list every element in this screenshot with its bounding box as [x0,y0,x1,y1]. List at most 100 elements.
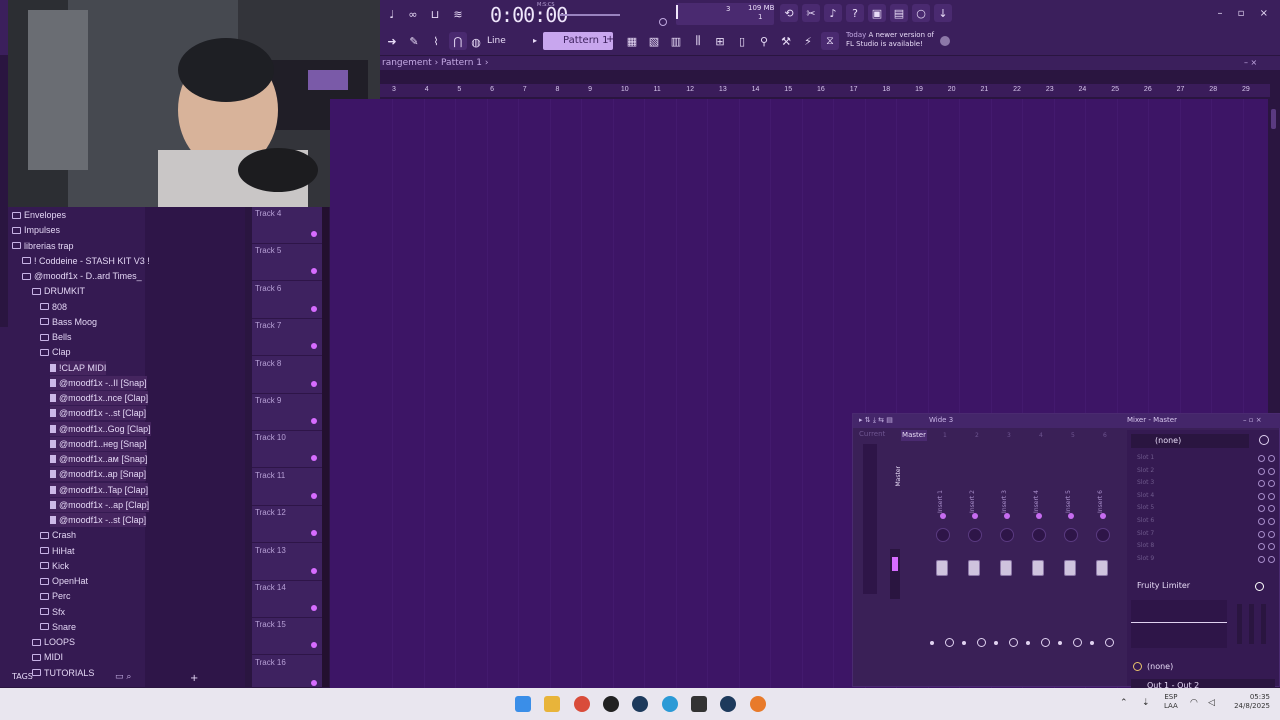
browser-search-icon[interactable]: ▭ ⌕ [115,672,131,682]
pan-knob-icon[interactable] [968,528,982,542]
browser-item[interactable]: Envelopes [12,208,66,222]
browser-item[interactable]: Clap [40,345,71,359]
strip-send-ring-icon[interactable] [945,638,954,647]
effect-slot[interactable]: Slot 7 [1137,530,1154,537]
browser-item[interactable]: ! Coddeine - STASH KIT V3 ! [22,254,150,268]
effect-slot[interactable]: Slot 2 [1137,467,1154,474]
track-mute-icon[interactable] [311,231,317,237]
edge-icon[interactable] [662,696,678,712]
slot-enable-icon[interactable] [1268,518,1275,525]
volume-fader[interactable] [1064,560,1076,576]
snap-magnet-icon[interactable]: ⋂ [449,32,467,50]
strip-small-dot[interactable] [1058,641,1062,645]
pan-knob-icon[interactable] [1000,528,1014,542]
track-header[interactable]: Track 11 [252,469,322,506]
file-icon[interactable]: ▯ [733,32,751,50]
current-tab[interactable]: Current [859,430,885,438]
loop-record-icon[interactable]: ⊔ [426,5,444,23]
master-volume-slider[interactable] [560,14,620,16]
add-track-icon[interactable]: + [190,673,198,684]
tray-chevron-icon[interactable]: ⌃ [1120,698,1128,708]
volume-fader[interactable] [936,560,948,576]
track-header[interactable]: Track 9 [252,394,322,431]
browser-item[interactable]: Perc [40,589,71,603]
tray-volume-icon[interactable]: ◁ [1208,698,1215,708]
volume-fader[interactable] [1000,560,1012,576]
playlist-ruler[interactable]: 3 4 5 6 7 8 9 10 11 12 13 14 15 16 17 18 19 20 21 22 23 24 25 2… [380,84,1270,98]
microphone-icon[interactable]: ♪ [824,4,842,22]
master-fader[interactable] [892,557,898,571]
steam-icon-2[interactable] [720,696,736,712]
slot-mix-knob-icon[interactable] [1258,518,1265,525]
track-header[interactable]: Track 4 [252,207,322,244]
effect-slot[interactable]: Slot 3 [1137,479,1154,486]
track-mute-icon[interactable] [311,679,317,686]
snap-lock-icon[interactable]: ◍ [470,33,482,51]
eq-slider-3[interactable] [1261,604,1266,644]
pan-knob-icon[interactable] [1096,528,1110,542]
slot-mix-knob-icon[interactable] [1258,455,1265,462]
strip-send-ring-icon[interactable] [1073,638,1082,647]
help-icon[interactable]: ? [846,4,864,22]
snap-select[interactable]: Line [484,33,532,49]
browser-item[interactable]: TUTORIALS [32,666,94,680]
browser-item[interactable]: @moodf1x - D..ard Times_ [22,269,142,283]
slot-enable-icon[interactable] [1268,467,1275,475]
track-divider[interactable] [322,207,329,687]
snap-arrow-icon[interactable]: ▸ [533,36,537,45]
effects-clock-icon[interactable] [1259,435,1269,445]
browser-item[interactable]: Bells [40,330,72,344]
track-mute-icon[interactable] [311,343,317,350]
pan-knob-icon[interactable] [1032,528,1046,542]
chrome-icon[interactable] [574,696,590,712]
pan-knob-icon[interactable] [1064,528,1078,542]
chat-icon[interactable]: ○ [912,4,930,22]
mixer-layout-label[interactable]: Wide 3 [929,416,953,424]
steam-icon[interactable] [632,696,648,712]
obs-icon[interactable] [603,696,619,712]
strip-route-dot[interactable] [1068,513,1074,519]
mixer-window-controls[interactable]: – ▫ × [1243,416,1262,424]
browser-item[interactable]: Impulses [12,223,60,237]
slot-mix-knob-icon[interactable] [1258,492,1265,500]
mixer-strip[interactable]: Insert 1 [928,430,958,680]
eq-slider-2[interactable] [1249,604,1254,644]
browser-item[interactable]: @moodf1x..ap [Snap] [50,467,147,482]
master-tab[interactable]: Master [901,430,927,441]
volume-fader[interactable] [1032,560,1044,576]
plugin-icon[interactable]: ⚲ [755,32,773,50]
playlist-window-controls[interactable]: – × [1244,58,1257,67]
track-mute-icon[interactable] [311,455,317,462]
mixer-view-icon[interactable]: ⫼ [689,32,707,50]
eq-slider-1[interactable] [1237,604,1242,644]
volume-fader[interactable] [1096,560,1108,576]
strip-small-dot[interactable] [994,641,998,645]
tray-language[interactable]: ESP LAA [1164,693,1178,711]
strip-small-dot[interactable] [1090,641,1094,645]
strip-send-ring-icon[interactable] [1041,638,1050,647]
mixer-strip[interactable]: Insert 2 [960,430,990,680]
track-header[interactable]: Track 10 [252,431,322,469]
save-icon[interactable]: ▣ [868,4,886,22]
effect-slot[interactable]: Slot 6 [1137,517,1154,524]
track-header[interactable]: Track 14 [252,581,322,618]
browser-item[interactable]: Sfx [40,605,65,619]
browser-item[interactable]: @moodf1x -..st [Clap] [50,406,147,421]
slot-mix-knob-icon[interactable] [1258,555,1265,563]
windows-start-icon[interactable] [515,696,531,712]
browser-item[interactable]: @moodf1x..aм [Snap] [50,452,148,466]
eq-sliders[interactable] [1233,600,1273,648]
export-icon[interactable]: ▤ [890,4,908,22]
track-mute-icon[interactable] [311,268,317,275]
strip-route-dot[interactable] [972,513,978,519]
browser-item[interactable]: HiHat [40,544,75,558]
strip-send-ring-icon[interactable] [1105,638,1114,647]
track-mute-icon[interactable] [311,642,317,649]
browser-item[interactable]: librerias trap [12,239,74,253]
track-mute-icon[interactable] [311,418,317,424]
file-explorer-icon[interactable] [544,696,560,712]
track-mute-icon[interactable] [311,492,317,499]
browser-item[interactable]: @moodf1x -..II [Snap] [50,375,147,390]
blend-notes-icon[interactable]: ≋ [449,5,467,23]
slot-enable-icon[interactable] [1268,543,1275,551]
